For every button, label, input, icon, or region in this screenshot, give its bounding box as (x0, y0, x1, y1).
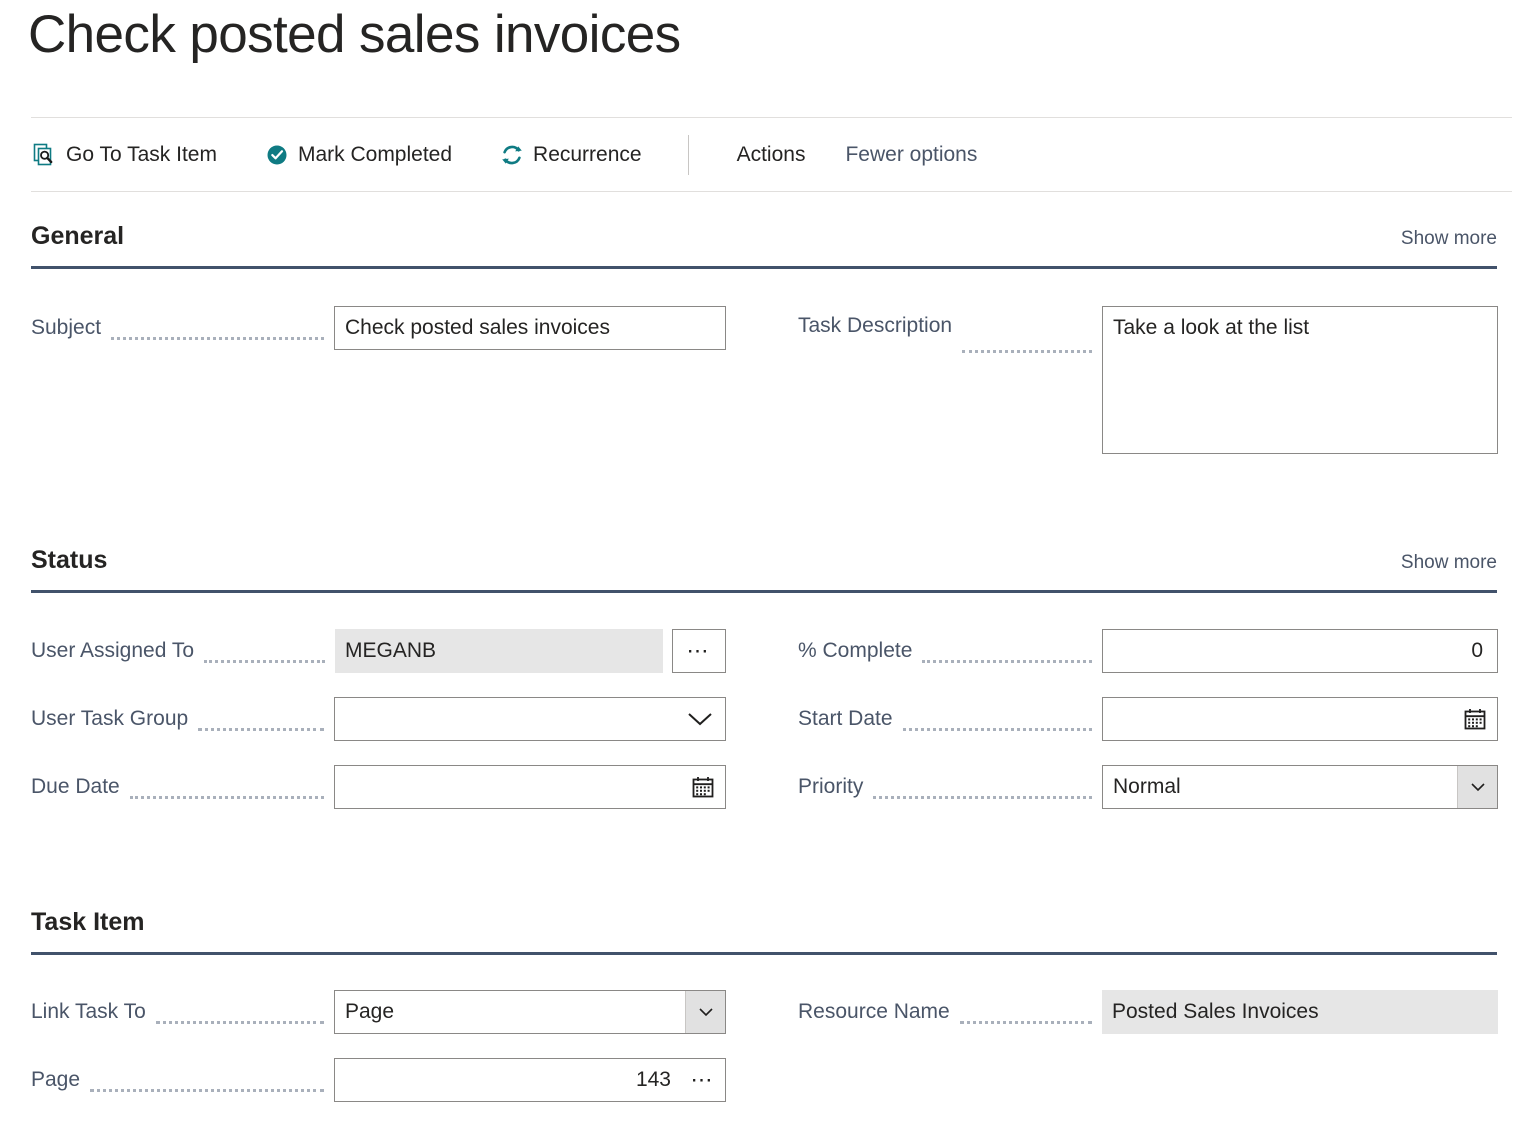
subject-label: Subject (31, 316, 101, 340)
status-show-more-link[interactable]: Show more (1401, 552, 1497, 574)
go-to-task-item-label: Go To Task Item (66, 143, 217, 167)
resource-name-dot-leader (960, 1003, 1092, 1024)
link-task-to-label: Link Task To (31, 1000, 146, 1024)
resource-name-control: Posted Sales Invoices (1102, 990, 1498, 1034)
field-start-date: Start Date (798, 697, 1498, 741)
go-to-task-item-icon (33, 143, 57, 167)
link-task-to-dot-leader (156, 1003, 324, 1024)
general-group-header: General Show more (0, 222, 1539, 268)
priority-select-value[interactable]: Normal (1103, 766, 1457, 808)
user-assigned-to-label: User Assigned To (31, 639, 194, 663)
link-task-to-control: Page (334, 990, 726, 1034)
percent-complete-dot-leader (922, 642, 1092, 663)
general-heading: General (31, 222, 124, 251)
actions-button[interactable]: Actions (737, 118, 806, 191)
priority-control: Normal (1102, 765, 1498, 809)
subject-control: Check posted sales invoices (334, 306, 726, 350)
due-date-calendar-button[interactable] (681, 766, 725, 808)
task-description-dot-leader (962, 332, 1092, 353)
field-page: Page 143 ⋯ (31, 1058, 726, 1102)
subject-dot-leader (111, 319, 324, 340)
resource-name-label: Resource Name (798, 1000, 950, 1024)
chevron-down-icon (687, 711, 713, 727)
ellipsis-icon: ⋯ (691, 1073, 716, 1086)
user-assigned-to-control: MEGANB ⋯ (335, 629, 726, 673)
field-subject: Subject Check posted sales invoices (31, 306, 726, 350)
task-item-heading: Task Item (31, 908, 144, 937)
status-group: Status Show more (0, 546, 1539, 592)
check-circle-icon (265, 143, 289, 167)
actions-label: Actions (737, 143, 806, 167)
user-task-group-dropdown-button[interactable] (675, 698, 725, 740)
percent-complete-input[interactable]: 0 (1102, 629, 1498, 673)
user-assigned-to-lookup-button[interactable]: ⋯ (672, 629, 726, 673)
status-group-header: Status Show more (0, 546, 1539, 592)
user-task-group-input[interactable] (335, 698, 675, 740)
task-card-page: Check posted sales invoices Go To Task I… (0, 0, 1539, 1121)
page-lookup-button[interactable]: ⋯ (681, 1059, 725, 1101)
task-description-textarea[interactable]: Take a look at the list (1102, 306, 1498, 454)
start-date-control (1102, 697, 1498, 741)
chevron-down-icon (698, 1007, 714, 1017)
task-item-group: Task Item (0, 908, 1539, 954)
field-resource-name: Resource Name Posted Sales Invoices (798, 990, 1498, 1034)
due-date-control (334, 765, 726, 809)
user-assigned-to-dot-leader (204, 642, 325, 663)
calendar-icon (691, 775, 715, 799)
recurrence-button[interactable]: Recurrence (500, 118, 642, 191)
start-date-input[interactable] (1103, 698, 1453, 740)
resource-name-value: Posted Sales Invoices (1102, 990, 1498, 1034)
go-to-task-item-button[interactable]: Go To Task Item (33, 118, 217, 191)
start-date-dot-leader (903, 710, 1092, 731)
due-date-label: Due Date (31, 775, 120, 799)
due-date-dot-leader (130, 778, 324, 799)
priority-dropdown-button[interactable] (1457, 766, 1497, 808)
toolbar-divider (688, 135, 689, 175)
field-user-assigned-to: User Assigned To MEGANB ⋯ (31, 629, 726, 673)
field-task-description: Task Description Take a look at the list (798, 306, 1498, 456)
page-dot-leader (90, 1071, 324, 1092)
task-item-rule (31, 952, 1497, 955)
ellipsis-icon: ⋯ (687, 644, 712, 657)
mark-completed-button[interactable]: Mark Completed (265, 118, 452, 191)
percent-complete-label: % Complete (798, 639, 912, 663)
task-item-group-header: Task Item (0, 908, 1539, 954)
user-task-group-label: User Task Group (31, 707, 188, 731)
user-task-group-control (334, 697, 726, 741)
recurrence-icon (500, 143, 524, 167)
task-description-label: Task Description (798, 314, 952, 338)
field-due-date: Due Date (31, 765, 726, 809)
user-task-group-dot-leader (198, 710, 324, 731)
start-date-label: Start Date (798, 707, 893, 731)
page-control: 143 ⋯ (334, 1058, 726, 1102)
status-rule (31, 590, 1497, 593)
field-percent-complete: % Complete 0 (798, 629, 1498, 673)
field-link-task-to: Link Task To Page (31, 990, 726, 1034)
general-group: General Show more (0, 222, 1539, 268)
user-assigned-to-input[interactable]: MEGANB (335, 629, 663, 673)
general-rule (31, 266, 1497, 269)
general-show-more-link[interactable]: Show more (1401, 228, 1497, 250)
page-input[interactable]: 143 (335, 1059, 681, 1101)
status-heading: Status (31, 546, 107, 575)
recurrence-label: Recurrence (533, 143, 642, 167)
mark-completed-label: Mark Completed (298, 143, 452, 167)
field-priority: Priority Normal (798, 765, 1498, 809)
start-date-calendar-button[interactable] (1453, 698, 1497, 740)
page-title: Check posted sales invoices (28, 4, 681, 65)
field-user-task-group: User Task Group (31, 697, 726, 741)
link-task-to-dropdown-button[interactable] (685, 991, 725, 1033)
calendar-icon (1463, 707, 1487, 731)
due-date-input[interactable] (335, 766, 681, 808)
link-task-to-select-value[interactable]: Page (335, 991, 685, 1033)
priority-dot-leader (873, 778, 1092, 799)
percent-complete-control: 0 (1102, 629, 1498, 673)
fewer-options-label: Fewer options (845, 143, 977, 167)
command-toolbar: Go To Task Item Mark Completed Recur (31, 117, 1512, 192)
priority-label: Priority (798, 775, 863, 799)
fewer-options-button[interactable]: Fewer options (845, 118, 977, 191)
subject-input[interactable]: Check posted sales invoices (334, 306, 726, 350)
page-label: Page (31, 1068, 80, 1092)
chevron-down-icon (1470, 782, 1486, 792)
